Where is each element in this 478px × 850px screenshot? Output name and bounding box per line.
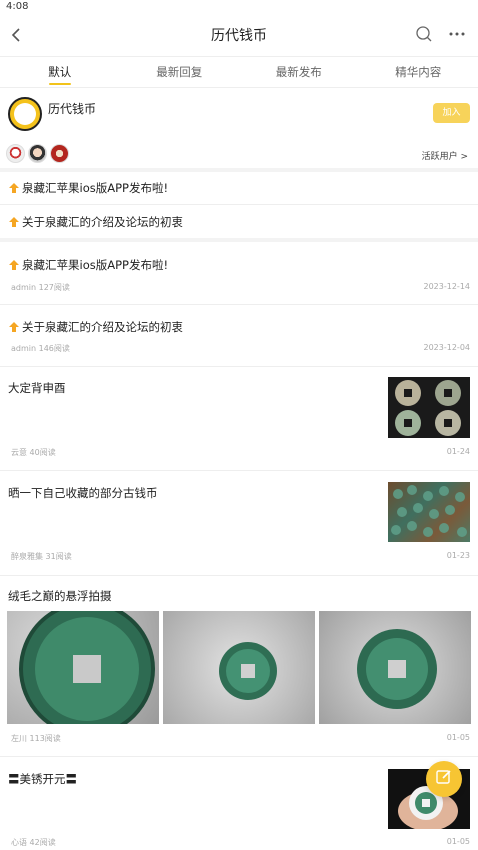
post-meta: 云意 40阅读 <box>11 448 56 457</box>
post-title: 关于泉藏汇的介绍及论坛的初衷 <box>22 320 183 334</box>
post-title: 大定背申酉 <box>8 381 66 395</box>
post-title: 〓美锈开元〓 <box>8 772 77 786</box>
post-item[interactable]: 大定背申酉 云意 40阅读 01-24 <box>0 367 478 471</box>
post-item[interactable]: 泉藏汇苹果ios版APP发布啦! admin 127阅读 2023-12-14 <box>0 242 478 305</box>
active-users-link[interactable]: 活跃用户 > <box>422 149 468 162</box>
tab-default[interactable]: 默认 <box>0 57 120 87</box>
forum-logo <box>8 97 42 131</box>
nav-bar: 历代钱币 <box>0 14 478 56</box>
post-image[interactable] <box>163 611 315 724</box>
post-date: 2023-12-14 <box>423 282 471 291</box>
page-title: 历代钱币 <box>211 28 267 44</box>
post-title-row: 泉藏汇苹果ios版APP发布啦! <box>8 257 168 273</box>
pinned-title: 关于泉藏汇的介绍及论坛的初衷 <box>22 215 183 229</box>
tab-bar: 默认 最新回复 最新发布 精华内容 <box>0 56 478 88</box>
new-post-button[interactable] <box>426 761 462 797</box>
search-icon[interactable] <box>414 24 434 44</box>
post-date: 2023-12-04 <box>423 343 471 352</box>
status-time: 4:08 <box>6 1 29 12</box>
status-bar: 4:08 <box>0 0 478 14</box>
pin-icon <box>8 182 20 194</box>
join-button[interactable]: 加入 <box>433 103 470 123</box>
post-image[interactable] <box>319 611 471 724</box>
active-user-avatars <box>6 144 69 163</box>
pinned-item[interactable]: 泉藏汇苹果ios版APP发布啦! <box>0 172 478 205</box>
edit-icon <box>435 768 453 790</box>
post-thumbnail[interactable] <box>388 377 470 438</box>
pin-icon <box>8 216 20 228</box>
tab-latest-post[interactable]: 最新发布 <box>239 57 359 87</box>
pinned-item[interactable]: 关于泉藏汇的介绍及论坛的初衷 <box>0 206 478 242</box>
tab-featured[interactable]: 精华内容 <box>359 57 478 87</box>
post-date: 01-24 <box>446 447 470 456</box>
post-item[interactable]: 〓美锈开元〓 心语 42阅读 01-05 <box>0 757 478 850</box>
pin-icon <box>8 321 20 333</box>
post-item[interactable]: 关于泉藏汇的介绍及论坛的初衷 admin 146阅读 2023-12-04 <box>0 305 478 367</box>
post-item[interactable]: 绒毛之巅的悬浮拍摄 左川 113阅读 01-05 <box>0 576 478 757</box>
more-icon[interactable] <box>446 24 468 44</box>
post-meta: 醉泉雅集 31阅读 <box>11 552 72 561</box>
post-date: 01-05 <box>446 733 470 742</box>
post-meta: admin 146阅读 <box>11 344 70 353</box>
post-meta: 心语 42阅读 <box>11 838 56 847</box>
back-icon[interactable] <box>6 24 28 46</box>
post-title-row: 关于泉藏汇的介绍及论坛的初衷 <box>8 319 183 335</box>
tab-latest-reply[interactable]: 最新回复 <box>120 57 240 87</box>
avatar[interactable] <box>50 144 69 163</box>
forum-header: 历代钱币 加入 活跃用户 > <box>0 88 478 172</box>
post-date: 01-05 <box>446 837 470 846</box>
post-meta: 左川 113阅读 <box>11 734 61 743</box>
pin-icon <box>8 259 20 271</box>
pinned-title: 泉藏汇苹果ios版APP发布啦! <box>22 181 169 195</box>
post-date: 01-23 <box>446 551 470 560</box>
forum-name: 历代钱币 <box>48 102 97 116</box>
post-thumbnail[interactable] <box>388 482 470 542</box>
avatar[interactable] <box>28 144 47 163</box>
post-title: 泉藏汇苹果ios版APP发布啦! <box>22 258 169 272</box>
post-item[interactable]: 晒一下自己收藏的部分古钱币 醉泉雅集 31阅读 01-23 <box>0 471 478 576</box>
post-meta: admin 127阅读 <box>11 283 70 292</box>
post-title: 绒毛之巅的悬浮拍摄 <box>8 589 112 603</box>
post-image[interactable] <box>7 611 159 724</box>
avatar[interactable] <box>6 144 25 163</box>
post-title: 晒一下自己收藏的部分古钱币 <box>8 486 158 500</box>
